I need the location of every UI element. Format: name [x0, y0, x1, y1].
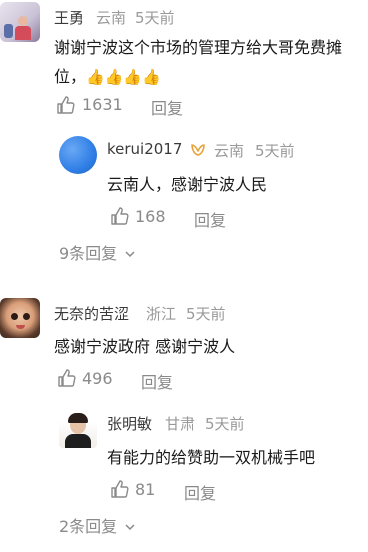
like-count: 168 [135, 207, 166, 226]
like-icon[interactable] [57, 368, 77, 388]
view-replies-label: 2条回复 [59, 517, 118, 536]
comment-time: 5天前 [135, 9, 175, 27]
comment-author[interactable]: 无奈的苦涩 [54, 303, 129, 324]
like-icon[interactable] [56, 95, 76, 115]
verified-badge-icon [189, 141, 207, 163]
reply-author[interactable]: 张明敏 [107, 413, 152, 434]
avatar[interactable] [0, 2, 40, 42]
thumbs-up-emoji: 👍👍👍👍 [86, 68, 161, 86]
view-replies-label: 9条回复 [59, 244, 118, 263]
like-icon[interactable] [110, 479, 130, 499]
chevron-down-icon [124, 518, 136, 537]
like-count: 81 [135, 480, 156, 499]
comment-location: 云南 [96, 9, 127, 27]
chevron-down-icon [124, 245, 136, 264]
comment-author[interactable]: 王勇 [54, 7, 84, 28]
view-replies-button[interactable]: 9条回复 [59, 240, 136, 264]
view-replies-button[interactable]: 2条回复 [59, 513, 136, 537]
reply-text: 有能力的给赞助一双机械手吧 [107, 448, 316, 467]
reply-author[interactable]: kerui2017 [107, 140, 182, 158]
comment-text-line: 谢谢宁波这个市场的管理方给大哥免费摊 [54, 38, 343, 57]
reply-button[interactable]: 回复 [184, 480, 216, 504]
reply-text: 云南人，感谢宁波人民 [107, 175, 268, 194]
comment-text-line: 位，👍👍👍👍 [54, 62, 362, 92]
comment-time: 5天前 [186, 305, 226, 323]
avatar[interactable] [0, 298, 40, 338]
avatar[interactable] [59, 136, 97, 174]
comment-location: 浙江 [146, 305, 177, 323]
reply-time: 5天前 [255, 142, 295, 160]
reply-time: 5天前 [205, 415, 245, 433]
reply-button[interactable]: 回复 [151, 95, 183, 119]
comment-text: 感谢宁波政府 感谢宁波人 [54, 337, 236, 356]
comment-text-tail: 位， [54, 67, 87, 86]
like-icon[interactable] [110, 206, 130, 226]
reply-location: 云南 [214, 142, 245, 160]
avatar[interactable] [59, 410, 97, 448]
comment-text: 谢谢宁波这个市场的管理方给大哥免费摊 位，👍👍👍👍 [54, 33, 362, 92]
reply-location: 甘肃 [165, 415, 196, 433]
like-count: 1631 [82, 95, 123, 114]
reply-button[interactable]: 回复 [141, 369, 173, 393]
like-count: 496 [82, 369, 113, 388]
reply-button[interactable]: 回复 [194, 207, 226, 231]
